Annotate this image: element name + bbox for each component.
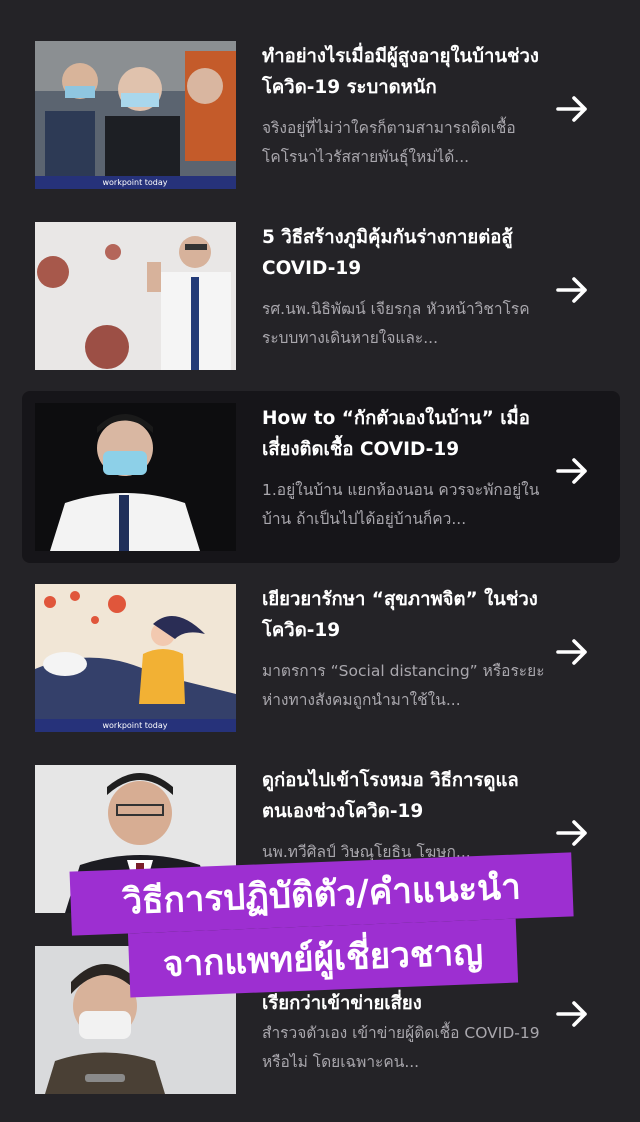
svg-text:workpoint today: workpoint today bbox=[102, 178, 167, 187]
arrow-right-icon[interactable] bbox=[552, 994, 592, 1034]
arrow-right-icon[interactable] bbox=[552, 270, 592, 310]
article-description: มาตรการ “Social distancing” หรือระยะห่าง… bbox=[262, 662, 545, 709]
svg-text:workpoint today: workpoint today bbox=[102, 721, 167, 730]
article-title: How to “กักตัวเองในบ้าน” เมื่อเสี่ยงติดเ… bbox=[262, 408, 530, 460]
article-description: รศ.นพ.นิธิพัฒน์ เจียรกุล หัวหน้าวิชาโรคร… bbox=[262, 300, 530, 347]
arrow-right-icon[interactable] bbox=[552, 89, 592, 129]
article-description: สำรวจตัวเอง เข้าข่ายผู้ติดเชื้อ COVID-19… bbox=[262, 1024, 540, 1071]
article-item-immunity[interactable]: 5 วิธีสร้างภูมิคุ้มกันร่างกายต่อสู้ COVI… bbox=[22, 210, 620, 382]
arrow-right-icon[interactable] bbox=[552, 813, 592, 853]
article-title: 5 วิธีสร้างภูมิคุ้มกันร่างกายต่อสู้ COVI… bbox=[262, 227, 513, 279]
article-title: ทำอย่างไรเมื่อมีผู้สูงอายุในบ้านช่วงโควิ… bbox=[262, 46, 539, 98]
article-title: ดูก่อนไปเข้าโรงหมอ วิธีการดูแลตนเองช่วงโ… bbox=[262, 770, 519, 822]
article-item-elderly[interactable]: workpoint today ทำอย่างไรเมื่อมีผู้สูงอา… bbox=[22, 29, 620, 201]
article-description: 1.อยู่ในบ้าน แยกห้องนอน ควรจะพักอยู่ในบ้… bbox=[262, 481, 540, 528]
article-thumbnail: workpoint today bbox=[35, 41, 236, 189]
article-thumbnail: workpoint today bbox=[35, 584, 236, 732]
article-item-self-quarantine[interactable]: How to “กักตัวเองในบ้าน” เมื่อเสี่ยงติดเ… bbox=[22, 391, 620, 563]
article-description: จริงอยู่ที่ไม่ว่าใครก็ตามสามารถติดเชื้อโ… bbox=[262, 119, 516, 166]
article-item-mental-health[interactable]: workpoint today เยียวยารักษา “สุขภาพจิต”… bbox=[22, 572, 620, 744]
overlay-banner: วิธีการปฏิบัติตัว/คำแนะนำ จากแพทย์ผู้เชี… bbox=[69, 852, 577, 1009]
article-title: เยียวยารักษา “สุขภาพจิต” ในช่วงโควิด-19 bbox=[262, 589, 538, 641]
article-thumbnail bbox=[35, 222, 236, 370]
arrow-right-icon[interactable] bbox=[552, 632, 592, 672]
article-thumbnail bbox=[35, 403, 236, 551]
banner-line-2: จากแพทย์ผู้เชี่ยวชาญ bbox=[127, 918, 519, 998]
arrow-right-icon[interactable] bbox=[552, 451, 592, 491]
